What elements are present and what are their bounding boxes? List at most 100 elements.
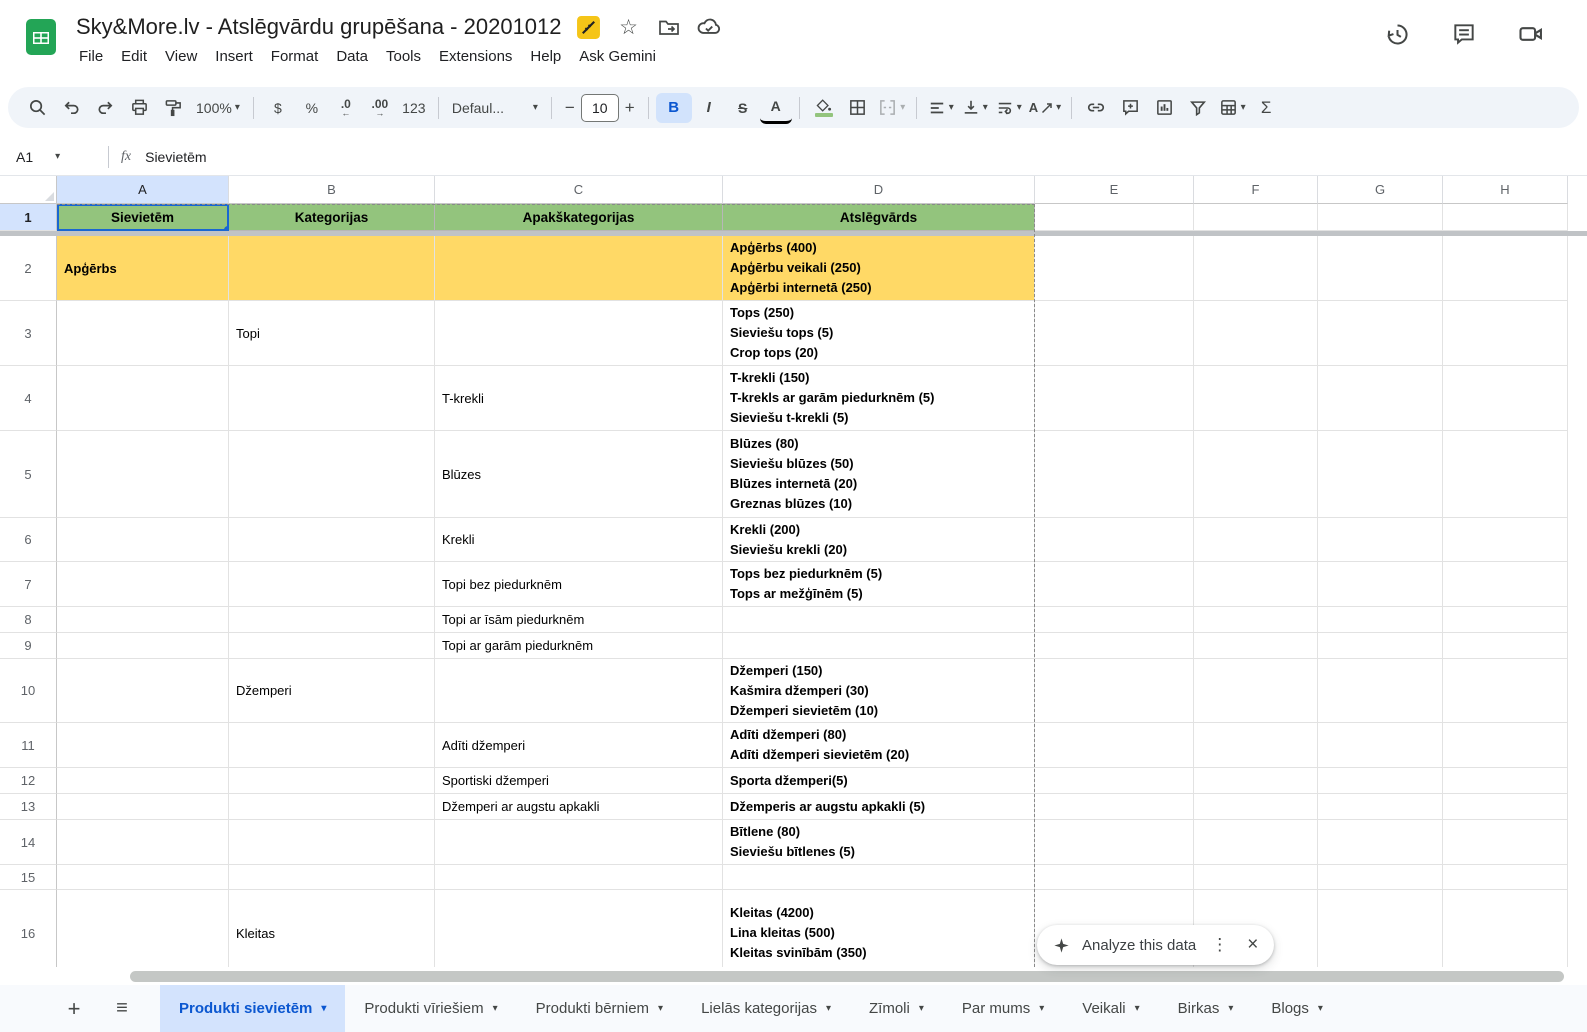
cell[interactable] [229,431,435,518]
cloud-status-icon[interactable] [696,14,722,40]
search-icon[interactable] [20,93,54,123]
row-header[interactable]: 9 [0,633,57,659]
row-header[interactable]: 14 [0,820,57,865]
row-header[interactable]: 1 [0,204,57,231]
cell[interactable] [57,607,229,633]
menu-data[interactable]: Data [327,44,377,69]
cell[interactable] [1318,890,1443,967]
cell[interactable]: Adīti džemperi [435,723,723,768]
sheet-tab-veikali[interactable]: Veikali▾ [1063,985,1158,1032]
name-box[interactable]: A1 ▾ [0,149,108,165]
undo-icon[interactable] [54,93,88,123]
cell[interactable] [1443,794,1568,820]
functions-button[interactable]: Σ [1249,93,1283,123]
cell[interactable] [435,659,723,723]
tab-dropdown-icon[interactable]: ▾ [1318,1004,1323,1014]
cell[interactable]: Kategorijas [229,204,435,231]
create-filter-icon[interactable] [1181,93,1215,123]
cell[interactable]: Blūzes (80) Sieviešu blūzes (50) Blūzes … [723,431,1035,518]
cell[interactable] [1194,794,1318,820]
sheet-tab-lielas-kategorijas[interactable]: Lielās kategorijas▾ [682,985,850,1032]
menu-edit[interactable]: Edit [112,44,156,69]
yellow-ruler-badge-icon[interactable] [576,14,602,40]
row-header[interactable]: 3 [0,301,57,366]
strikethrough-button[interactable]: S [726,93,760,123]
font-select[interactable]: Defaul...▾ [446,93,544,123]
cell[interactable]: Bītlene (80) Sieviešu bītlenes (5) [723,820,1035,865]
cell[interactable] [1443,431,1568,518]
cell[interactable] [229,366,435,431]
cell[interactable] [1443,890,1568,967]
insert-chart-icon[interactable] [1147,93,1181,123]
column-header-b[interactable]: B [229,176,435,204]
tab-dropdown-icon[interactable]: ▾ [1039,1004,1044,1014]
video-call-icon[interactable] [1517,20,1545,48]
namebox-dropdown-icon[interactable]: ▾ [55,152,60,162]
cell[interactable] [1194,820,1318,865]
increase-font-size-button[interactable]: + [619,98,641,118]
cell[interactable] [57,518,229,562]
add-sheet-button[interactable]: + [58,996,90,1022]
move-folder-icon[interactable] [656,14,682,40]
tab-dropdown-icon[interactable]: ▾ [658,1004,663,1014]
borders-button[interactable] [841,93,875,123]
row-header[interactable]: 15 [0,865,57,890]
column-header-f[interactable]: F [1194,176,1318,204]
format-percent-button[interactable]: % [295,93,329,123]
cell[interactable] [435,236,723,301]
sheet-tab-zimoli[interactable]: Zīmoli▾ [850,985,943,1032]
cell[interactable]: Krekli [435,518,723,562]
insert-table-icon[interactable]: ▾ [1215,93,1249,123]
cell[interactable] [723,633,1035,659]
cell[interactable]: Kleitas (4200) Lina kleitas (500) Kleita… [723,890,1035,967]
row-header[interactable]: 16 [0,890,57,967]
row-header[interactable]: 6 [0,518,57,562]
more-formats-button[interactable]: 123 [397,93,431,123]
cell[interactable] [1035,366,1194,431]
cell[interactable]: Sporta džemperi(5) [723,768,1035,794]
analyze-data-pill[interactable]: Analyze this data ⋮ × [1037,925,1274,965]
sheet-tab-produkti-sievietem[interactable]: Produkti sievietēm▾ [160,985,345,1032]
cell[interactable] [1443,301,1568,366]
menu-view[interactable]: View [156,44,206,69]
cell[interactable]: Tops (250) Sieviešu tops (5) Crop tops (… [723,301,1035,366]
cell[interactable]: Topi ar garām piedurknēm [435,633,723,659]
cell[interactable]: Džemperi ar augstu apkakli [435,794,723,820]
cell[interactable] [1194,633,1318,659]
cell[interactable]: Sportiski džemperi [435,768,723,794]
cell[interactable]: Atslēgvārds [723,204,1035,231]
decrease-decimal-button[interactable]: .0← [329,93,363,123]
cell[interactable] [1035,431,1194,518]
cell[interactable] [1318,607,1443,633]
cell[interactable]: Džemperi (150) Kašmira džemperi (30) Dže… [723,659,1035,723]
cell[interactable] [435,865,723,890]
cell[interactable] [1194,301,1318,366]
cell[interactable] [229,607,435,633]
cell[interactable] [1318,518,1443,562]
comments-icon[interactable] [1451,21,1477,47]
cell[interactable] [435,820,723,865]
row-header[interactable]: 7 [0,562,57,607]
cell[interactable]: Topi ar īsām piedurknēm [435,607,723,633]
insert-comment-icon[interactable] [1113,93,1147,123]
cell[interactable] [1035,820,1194,865]
sheet-tab-par-mums[interactable]: Par mums▾ [943,985,1063,1032]
cell[interactable] [1443,723,1568,768]
cell[interactable]: Topi [229,301,435,366]
cell[interactable]: Džemperi [229,659,435,723]
column-header-c[interactable]: C [435,176,723,204]
cell[interactable] [1443,204,1568,231]
cell[interactable] [1318,659,1443,723]
font-size-input[interactable]: 10 [581,94,619,122]
select-all-button[interactable] [0,176,57,204]
cell[interactable] [1443,768,1568,794]
cell[interactable] [229,768,435,794]
cell[interactable]: Topi bez piedurknēm [435,562,723,607]
cell[interactable] [1035,562,1194,607]
analyze-data-label[interactable]: Analyze this data [1082,937,1196,954]
sheets-logo-icon[interactable] [22,18,60,56]
cell[interactable] [57,794,229,820]
cell[interactable]: Apakškategorijas [435,204,723,231]
cell[interactable] [1318,562,1443,607]
cell[interactable] [229,562,435,607]
